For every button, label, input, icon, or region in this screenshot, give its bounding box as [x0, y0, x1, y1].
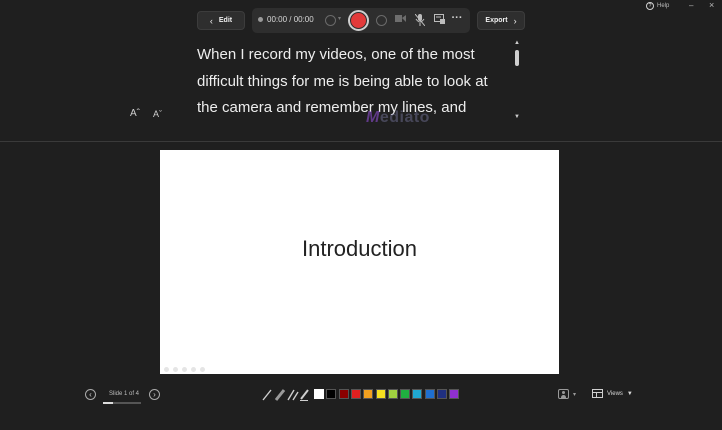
- next-slide-button[interactable]: ›: [149, 389, 160, 400]
- marker-icon[interactable]: [300, 388, 310, 406]
- previous-slide-button[interactable]: ‹: [85, 389, 96, 400]
- script-scrollbar[interactable]: ▲ ▼: [513, 40, 521, 121]
- time-display: 00:00 / 00:00: [267, 15, 314, 24]
- timer: 00:00 / 00:00: [258, 15, 314, 24]
- chevron-down-icon[interactable]: ▾: [338, 15, 341, 22]
- help-label: Help: [657, 3, 670, 9]
- views-button[interactable]: Views ▼: [592, 389, 633, 398]
- watermark: Mediato: [366, 109, 430, 127]
- watermark-logo-icon: M: [366, 109, 380, 126]
- record-icon: [351, 13, 366, 28]
- color-swatch[interactable]: [424, 389, 435, 399]
- help-button[interactable]: ? Help: [646, 2, 669, 10]
- export-button[interactable]: Export ›: [477, 11, 525, 30]
- recording-controls: 00:00 / 00:00 ▾ ···: [252, 8, 470, 33]
- edit-button[interactable]: ‹ Edit: [197, 11, 245, 30]
- scroll-up-icon[interactable]: ▲: [514, 40, 520, 46]
- color-swatch[interactable]: [387, 389, 398, 399]
- scroll-down-icon[interactable]: ▼: [514, 114, 520, 120]
- person-icon: [558, 389, 569, 399]
- color-swatch[interactable]: [400, 389, 411, 399]
- caret-down-icon: ▼: [626, 390, 633, 397]
- chevron-left-icon: ‹: [209, 15, 213, 26]
- color-swatch[interactable]: [363, 389, 374, 399]
- slide-inking-tools: [164, 367, 220, 372]
- export-label: Export: [485, 17, 508, 24]
- color-swatch[interactable]: [338, 389, 349, 399]
- pause-icon[interactable]: [376, 15, 387, 26]
- screen-share-icon[interactable]: [433, 14, 445, 26]
- font-increase-button[interactable]: Aˆ: [130, 108, 140, 119]
- font-decrease-button[interactable]: Aˇ: [153, 109, 162, 119]
- slide-preview[interactable]: Introduction: [160, 150, 559, 374]
- layout-view-icon: [592, 389, 603, 398]
- camera-layout-button[interactable]: ▾: [558, 389, 576, 399]
- slide-progress-fill: [103, 402, 113, 404]
- minimize-button[interactable]: –: [689, 1, 693, 10]
- chevron-right-icon: ›: [513, 15, 517, 26]
- color-swatch[interactable]: [326, 389, 337, 399]
- slide-counter: Slide 1 of 4: [109, 391, 140, 397]
- views-label: Views: [607, 390, 623, 397]
- color-swatch[interactable]: [437, 389, 447, 399]
- slide-title: Introduction: [302, 236, 417, 261]
- watermark-text: ediato: [379, 109, 430, 126]
- more-options-icon[interactable]: ···: [451, 13, 463, 26]
- color-swatch[interactable]: [412, 389, 423, 399]
- color-swatch[interactable]: [375, 389, 386, 399]
- highlighter-icon[interactable]: [287, 388, 299, 406]
- section-divider: [0, 141, 722, 142]
- help-icon: ?: [646, 2, 654, 10]
- edit-label: Edit: [218, 17, 233, 24]
- close-button[interactable]: ×: [709, 0, 714, 10]
- camera-icon[interactable]: [394, 14, 406, 26]
- eraser-icon[interactable]: [274, 388, 286, 406]
- pen-icon[interactable]: [262, 388, 272, 406]
- microphone-muted-icon[interactable]: [414, 13, 426, 27]
- record-status-icon: [258, 17, 263, 22]
- slide-progress-track: [103, 402, 141, 404]
- color-swatch[interactable]: [350, 389, 361, 399]
- chevron-down-icon: ▾: [573, 391, 577, 398]
- scroll-thumb[interactable]: [515, 50, 519, 66]
- color-swatch[interactable]: [314, 389, 324, 399]
- color-swatch[interactable]: [449, 389, 460, 399]
- record-button[interactable]: [348, 10, 369, 31]
- script-text[interactable]: When I record my videos, one of the most…: [197, 42, 509, 124]
- countdown-icon[interactable]: [325, 15, 336, 26]
